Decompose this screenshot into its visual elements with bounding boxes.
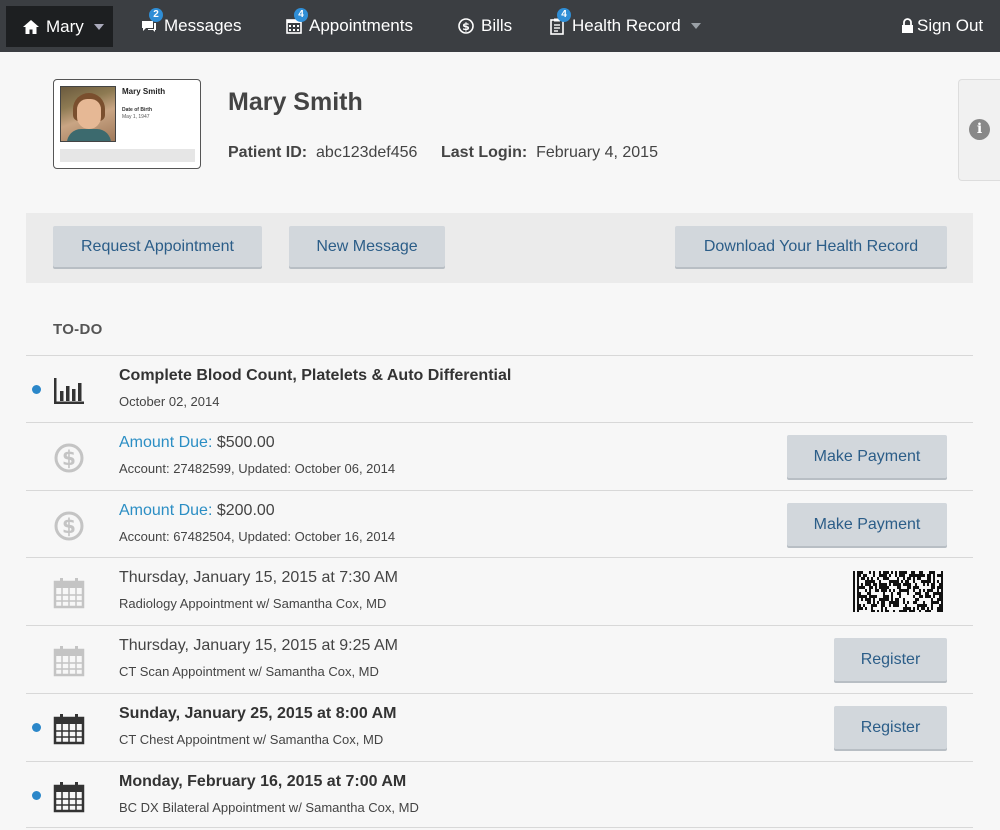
nav-appointments[interactable]: 4 Appointments: [285, 0, 413, 52]
item-subtitle: October 02, 2014: [119, 394, 220, 409]
item-title: Thursday, January 15, 2015 at 7:30 AM: [119, 569, 398, 586]
request-appointment-button[interactable]: Request Appointment: [53, 226, 262, 267]
patient-id-value: abc123def456: [316, 144, 418, 161]
sign-out-label: Sign Out: [917, 16, 984, 35]
patient-id: Patient ID: abc123def456: [228, 144, 417, 162]
card-dob: May 1, 1947: [122, 114, 150, 120]
info-tab[interactable]: i: [958, 79, 1000, 181]
card-barcode-strip: [60, 149, 195, 162]
dollar-icon: $: [52, 509, 86, 543]
item-title: Sunday, January 25, 2015 at 8:00 AM: [119, 705, 397, 722]
item-title: Thursday, January 15, 2015 at 9:25 AM: [119, 637, 398, 654]
nav-health-record[interactable]: 4 Health Record: [548, 0, 701, 52]
calendar-icon: [52, 644, 86, 678]
amount-due-label: Amount Due:: [119, 502, 213, 519]
svg-text:$: $: [62, 514, 76, 538]
appointment-barcode: [853, 571, 943, 612]
patient-photo: [60, 86, 116, 142]
item-title: Complete Blood Count, Platelets & Auto D…: [119, 367, 512, 384]
item-title: Amount Due: $200.00: [119, 502, 275, 520]
message-icon: 2: [140, 8, 163, 35]
amount-due-value: $500.00: [216, 434, 275, 451]
dollar-icon: $: [52, 441, 86, 475]
dollar-icon: $: [457, 17, 475, 35]
last-login-label: Last Login:: [441, 144, 528, 161]
list-item[interactable]: Thursday, January 15, 2015 at 9:25 AM CT…: [26, 625, 973, 692]
chevron-down-icon: [690, 23, 701, 29]
sign-out-link[interactable]: Sign Out: [901, 0, 983, 52]
register-button[interactable]: Register: [834, 638, 947, 681]
nav-health-record-label: Health Record: [572, 16, 681, 35]
amount-due-label: Amount Due:: [119, 434, 213, 451]
action-bar: Request Appointment New Message Download…: [26, 213, 973, 283]
item-subtitle: Account: 67482504, Updated: October 16, …: [119, 529, 396, 544]
card-name: Mary Smith: [122, 87, 166, 96]
nav-messages[interactable]: 2 Messages: [140, 0, 241, 52]
item-subtitle: BC DX Bilateral Appointment w/ Samantha …: [119, 800, 419, 815]
unread-indicator: [32, 791, 41, 800]
make-payment-button[interactable]: Make Payment: [787, 503, 947, 546]
patient-id-label: Patient ID:: [228, 144, 308, 161]
patient-id-card: Mary Smith Date of Birth May 1, 1947: [53, 79, 201, 169]
item-title: Amount Due: $500.00: [119, 434, 275, 452]
unread-indicator: [32, 385, 41, 394]
list-item[interactable]: $ Amount Due: $200.00 Account: 67482504,…: [26, 490, 973, 557]
patient-name: Mary Smith: [228, 88, 363, 116]
svg-text:$: $: [62, 446, 76, 470]
card-dob-label: Date of Birth: [122, 107, 152, 113]
new-message-button[interactable]: New Message: [289, 226, 445, 267]
last-login-value: February 4, 2015: [536, 144, 658, 161]
clipboard-icon: 4: [548, 8, 571, 35]
register-button[interactable]: Register: [834, 706, 947, 749]
top-nav: Mary 2 Messages 4 Appointments $ Bills 4…: [0, 0, 1000, 52]
lock-icon: [901, 17, 914, 35]
amount-due-value: $200.00: [216, 502, 275, 519]
list-item[interactable]: Sunday, January 25, 2015 at 8:00 AM CT C…: [26, 693, 973, 760]
nav-messages-label: Messages: [164, 16, 242, 35]
messages-badge: 2: [149, 8, 163, 22]
health-record-badge: 4: [557, 8, 571, 22]
chevron-down-icon: [93, 23, 104, 30]
unread-indicator: [32, 723, 41, 732]
home-icon: [22, 18, 40, 36]
bar-chart-icon: [52, 374, 86, 408]
list-item[interactable]: $ Amount Due: $500.00 Account: 27482599,…: [26, 422, 973, 489]
nav-appointments-label: Appointments: [309, 16, 413, 35]
list-item[interactable]: Thursday, January 15, 2015 at 7:30 AM Ra…: [26, 557, 973, 624]
list-item[interactable]: Monday, February 16, 2015 at 7:00 AM BC …: [26, 761, 973, 828]
calendar-icon: [52, 712, 86, 746]
calendar-icon: [52, 780, 86, 814]
item-title: Monday, February 16, 2015 at 7:00 AM: [119, 773, 407, 790]
appointments-badge: 4: [294, 8, 308, 22]
item-subtitle: CT Chest Appointment w/ Samantha Cox, MD: [119, 732, 384, 747]
item-subtitle: Account: 27482599, Updated: October 06, …: [119, 461, 396, 476]
user-menu-label: Mary: [46, 16, 84, 36]
item-subtitle: CT Scan Appointment w/ Samantha Cox, MD: [119, 664, 379, 679]
make-payment-button[interactable]: Make Payment: [787, 435, 947, 478]
calendar-icon: 4: [285, 8, 308, 35]
item-subtitle: Radiology Appointment w/ Samantha Cox, M…: [119, 596, 387, 611]
nav-bills[interactable]: $ Bills: [457, 0, 512, 52]
info-icon: i: [969, 119, 990, 140]
list-item[interactable]: Complete Blood Count, Platelets & Auto D…: [26, 355, 973, 422]
svg-text:$: $: [462, 20, 470, 33]
todo-heading: TO-DO: [53, 321, 103, 338]
download-health-record-button[interactable]: Download Your Health Record: [675, 226, 947, 267]
user-menu[interactable]: Mary: [6, 6, 113, 47]
calendar-icon: [52, 576, 86, 610]
nav-bills-label: Bills: [481, 16, 513, 35]
last-login: Last Login: February 4, 2015: [441, 144, 658, 162]
